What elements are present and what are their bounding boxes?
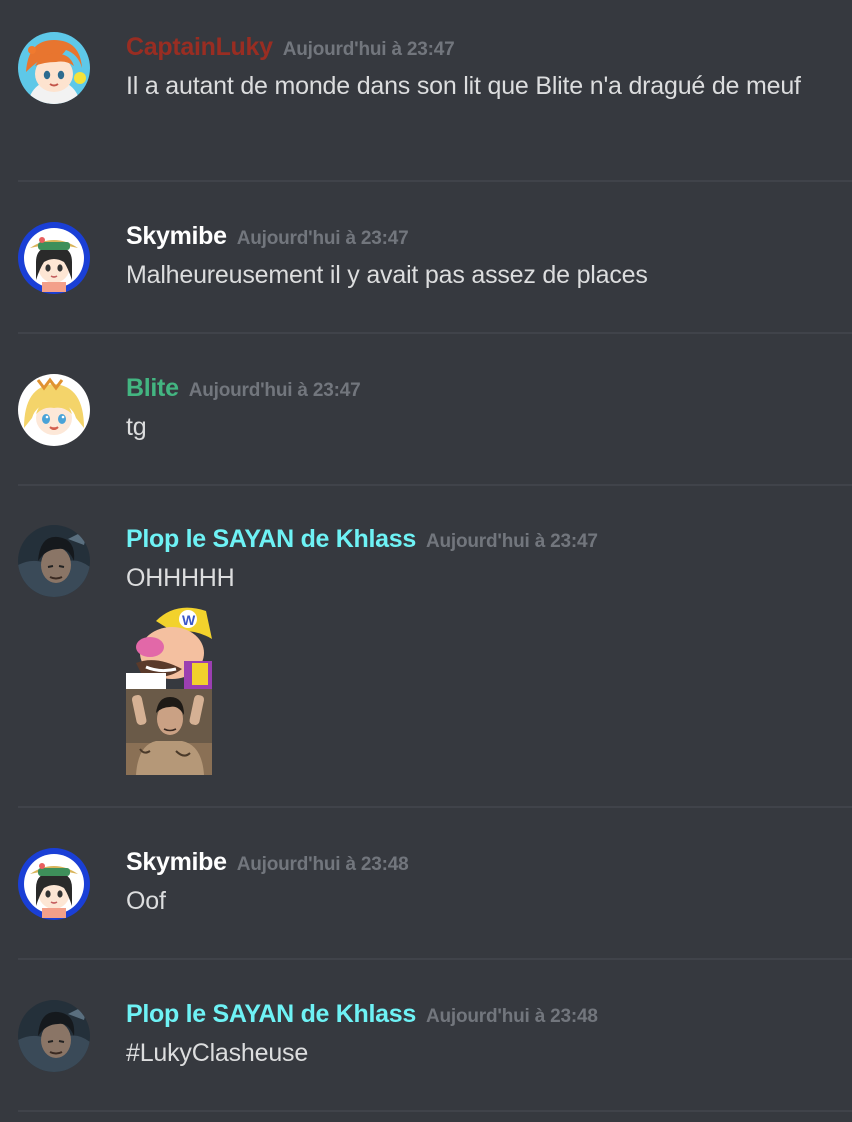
username[interactable]: Skymibe bbox=[126, 222, 227, 251]
username[interactable]: Plop le SAYAN de Khlass bbox=[126, 1000, 416, 1029]
message-item: Skymibe Aujourd'hui à 23:48 Oof bbox=[18, 808, 852, 960]
message-item: Skymibe Aujourd'hui à 23:47 Malheureusem… bbox=[18, 182, 852, 334]
dark-haired-warrior-avatar[interactable] bbox=[18, 525, 90, 597]
message-text: #LukyClasheuse bbox=[126, 1039, 309, 1067]
message-text: Il a autant de monde dans son lit que Bl… bbox=[126, 72, 801, 100]
emoji-group: W bbox=[126, 603, 832, 775]
anime-girl-straw-hat-avatar[interactable] bbox=[18, 848, 90, 920]
username[interactable]: Blite bbox=[126, 374, 179, 403]
message-item: CaptainLuky Aujourd'hui à 23:47 Il a aut… bbox=[18, 0, 852, 182]
dark-haired-warrior-avatar[interactable] bbox=[18, 1000, 90, 1072]
username[interactable]: CaptainLuky bbox=[126, 33, 273, 62]
praising-man-emoji[interactable] bbox=[126, 689, 212, 775]
message-list: CaptainLuky Aujourd'hui à 23:47 Il a aut… bbox=[0, 0, 852, 1122]
wario-emoji[interactable]: W bbox=[126, 603, 212, 689]
anime-girl-straw-hat-avatar[interactable] bbox=[18, 222, 90, 294]
anime-girl-orange-hair-avatar[interactable] bbox=[18, 32, 90, 104]
timestamp: Aujourd'hui à 23:47 bbox=[282, 39, 455, 60]
timestamp: Aujourd'hui à 23:47 bbox=[425, 531, 598, 552]
message-item: Blite Aujourd'hui à 23:47 tg bbox=[18, 334, 852, 486]
message-text: OHHHHH bbox=[126, 564, 235, 592]
message-text: Oof bbox=[126, 887, 166, 915]
timestamp: Aujourd'hui à 23:48 bbox=[236, 854, 409, 875]
message-item: Plop le SAYAN de Khlass Aujourd'hui à 23… bbox=[18, 960, 852, 1112]
timestamp: Aujourd'hui à 23:47 bbox=[188, 380, 361, 401]
timestamp: Aujourd'hui à 23:48 bbox=[425, 1006, 598, 1027]
message-item: Plop le SAYAN de Khlass Aujourd'hui à 23… bbox=[18, 486, 852, 808]
username[interactable]: Plop le SAYAN de Khlass bbox=[126, 525, 416, 554]
message-text: Malheureusement il y avait pas assez de … bbox=[126, 261, 648, 289]
anime-girl-blonde-avatar[interactable] bbox=[18, 374, 90, 446]
timestamp: Aujourd'hui à 23:47 bbox=[236, 228, 409, 249]
message-text: tg bbox=[126, 413, 147, 441]
svg-text:W: W bbox=[182, 612, 196, 628]
username[interactable]: Skymibe bbox=[126, 848, 227, 877]
